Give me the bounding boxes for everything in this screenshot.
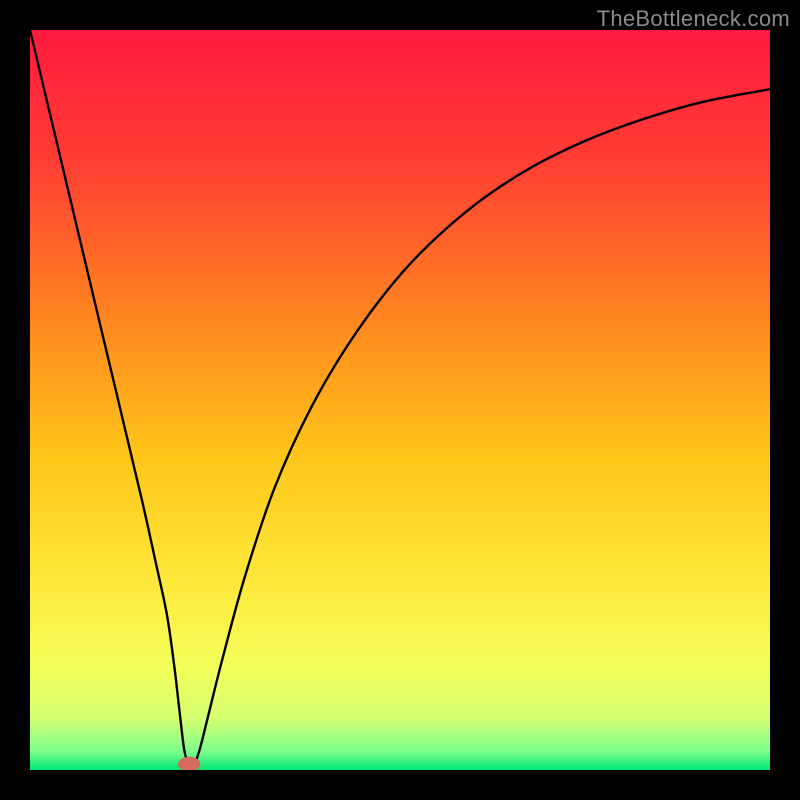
plot-area bbox=[30, 30, 770, 770]
watermark-text: TheBottleneck.com bbox=[597, 6, 790, 32]
chart-frame: TheBottleneck.com bbox=[0, 0, 800, 800]
gradient-background bbox=[30, 30, 770, 770]
bottleneck-chart bbox=[30, 30, 770, 770]
